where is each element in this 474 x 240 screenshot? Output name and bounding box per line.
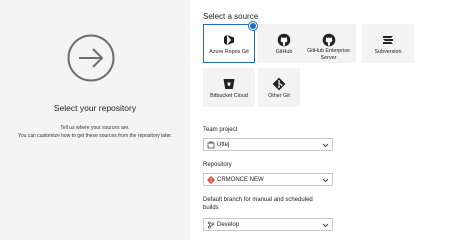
source-heading: Select a source — [203, 12, 259, 21]
tile-label: Subversion — [374, 49, 402, 55]
chevron-down-icon — [322, 178, 329, 183]
tile-label: Bitbucket Cloud — [210, 93, 248, 99]
default-branch-label-line: builds — [203, 205, 219, 211]
git-icon — [272, 77, 286, 91]
project-icon — [207, 141, 215, 149]
source-tile-github-enterprise-server[interactable]: GitHub Enterprise Server — [301, 24, 356, 63]
subversion-icon — [383, 36, 393, 44]
team-project-dropdown[interactable]: Uttej — [203, 138, 333, 151]
source-tile-bitbucket-cloud[interactable]: Bitbucket Cloud — [203, 68, 255, 107]
source-tile-subversion[interactable]: Subversion — [362, 24, 414, 63]
tile-label: GitHub Enterprise Server — [307, 48, 350, 61]
github-icon — [277, 33, 291, 47]
tile-label: Other Git — [268, 93, 290, 99]
default-branch-value: Develop — [217, 222, 240, 228]
default-branch-label: Default branch for manual and scheduled … — [203, 196, 313, 212]
source-tile-other-git[interactable]: Other Git — [258, 68, 300, 107]
source-tile-azure-repos-git[interactable]: Azure Repos Git — [203, 22, 257, 63]
description-line: You can customize how to get these sourc… — [17, 133, 173, 139]
default-branch-label-line: Default branch for manual and scheduled — [203, 197, 313, 203]
right-panel: Select a source Azure Repos Git GitHub G… — [190, 0, 474, 240]
repository-label: Repository — [203, 162, 232, 168]
azure-repos-icon — [224, 35, 234, 45]
team-project-value: Uttej — [217, 142, 230, 148]
repository-dropdown[interactable]: CRMONCE NEW — [203, 173, 333, 186]
team-project-label: Team project — [203, 127, 238, 133]
page-description: Tell us where your sources are. You can … — [0, 124, 190, 140]
get-sources-page: Select your repository Tell us where you… — [0, 0, 474, 240]
tile-label: Azure Repos Git — [209, 49, 249, 55]
arrow-right-circle-icon — [67, 34, 115, 82]
bitbucket-icon — [223, 79, 235, 89]
git-repo-icon — [207, 176, 215, 184]
repository-value: CRMONCE NEW — [217, 177, 264, 183]
default-branch-dropdown[interactable]: Develop — [203, 218, 333, 231]
chevron-down-icon — [322, 223, 329, 228]
github-enterprise-icon — [322, 33, 335, 47]
description-line: Tell us where your sources are. — [60, 125, 130, 131]
left-panel: Select your repository Tell us where you… — [0, 0, 190, 240]
chevron-down-icon — [322, 143, 329, 148]
branch-icon — [207, 221, 215, 229]
selected-radio-indicator — [249, 22, 257, 30]
page-title: Select your repository — [53, 103, 137, 113]
